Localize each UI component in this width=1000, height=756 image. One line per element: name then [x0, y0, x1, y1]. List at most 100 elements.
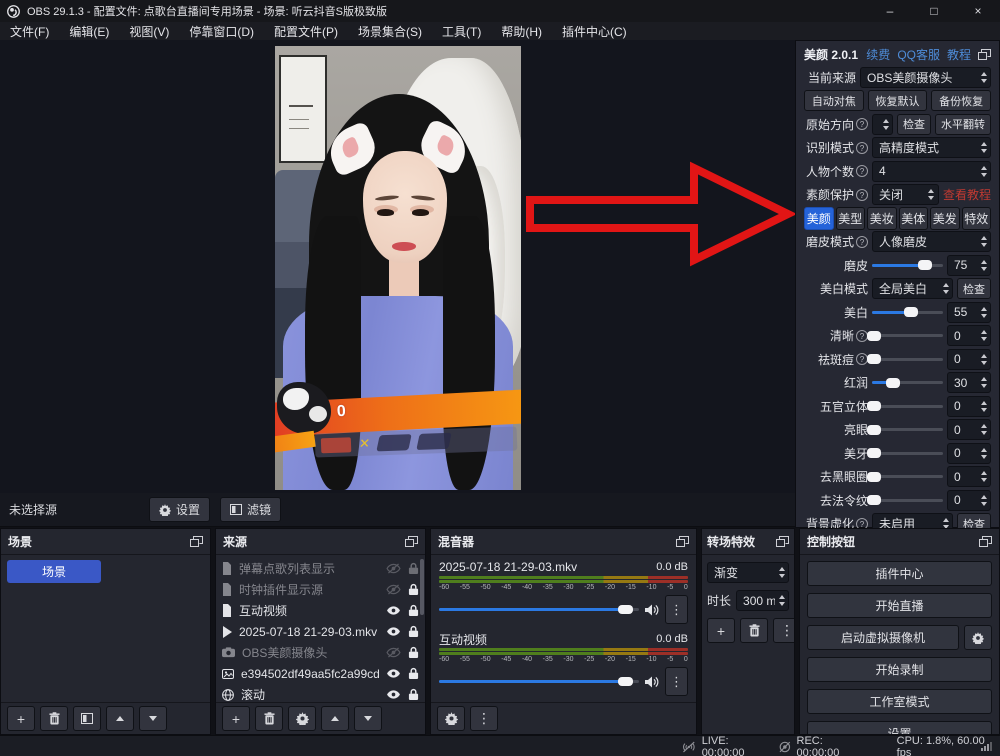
dark-circle-removal-value[interactable]: 0 [947, 466, 991, 487]
eye-icon[interactable] [386, 626, 401, 637]
tab-effects[interactable]: 特效 [962, 207, 992, 230]
transition-menu-button[interactable]: ⋮ [773, 618, 794, 643]
menu-item[interactable]: 停靠窗口(D) [179, 22, 264, 40]
autofocus-button[interactable]: 自动对焦 [804, 90, 864, 111]
popout-icon[interactable] [190, 536, 203, 547]
source-properties-gear-button[interactable] [288, 706, 316, 731]
camera-preview[interactable]: 0 ✕ [275, 46, 521, 490]
eye-icon[interactable] [386, 668, 401, 679]
add-transition-button[interactable]: + [707, 618, 735, 643]
beauty-header-link[interactable]: QQ客服 [897, 46, 940, 63]
menu-item[interactable]: 工具(T) [432, 22, 491, 40]
facial-3d-value[interactable]: 0 [947, 396, 991, 417]
spinner-icon[interactable] [977, 424, 990, 435]
menu-item[interactable]: 场景集合(S) [348, 22, 432, 40]
menu-item[interactable]: 文件(F) [0, 22, 59, 40]
recognition-mode-select[interactable]: 高精度模式 [872, 137, 991, 158]
spinner-icon[interactable] [977, 236, 990, 247]
move-source-down-button[interactable] [354, 706, 382, 731]
beauty-header-link[interactable]: 续费 [866, 46, 890, 63]
spinner-icon[interactable] [775, 595, 788, 606]
info-icon[interactable]: ? [856, 142, 868, 154]
source-filters-button[interactable]: 滤镜 [220, 497, 281, 522]
info-icon[interactable]: ? [856, 189, 868, 201]
move-scene-up-button[interactable] [106, 706, 134, 731]
volume-slider[interactable] [439, 680, 639, 683]
tab-hair[interactable]: 美发 [930, 207, 960, 230]
source-properties-button[interactable]: 设置 [149, 497, 210, 522]
remove-transition-button[interactable] [740, 618, 768, 643]
spinner-icon[interactable] [977, 471, 990, 482]
mixer-menu-button[interactable]: ⋮ [470, 706, 498, 731]
menu-item[interactable]: 编辑(E) [59, 22, 119, 40]
spinner-icon[interactable] [925, 189, 938, 200]
lock-icon[interactable] [408, 583, 419, 596]
spinner-icon[interactable] [977, 448, 990, 459]
source-row[interactable]: OBS美颜摄像头 [220, 642, 421, 663]
tab-beauty[interactable]: 美颜 [804, 207, 834, 230]
advanced-audio-button[interactable] [437, 706, 465, 731]
eye-icon[interactable] [386, 689, 401, 700]
nasolabial-removal-value[interactable]: 0 [947, 490, 991, 511]
popout-icon[interactable] [978, 49, 991, 60]
lock-icon[interactable] [408, 604, 419, 617]
menu-item[interactable]: 配置文件(P) [264, 22, 348, 40]
current-source-select[interactable]: OBS美颜摄像头 [860, 67, 991, 88]
plugin-center-button[interactable]: 插件中心 [807, 561, 992, 586]
spinner-icon[interactable] [977, 401, 990, 412]
remove-source-button[interactable] [255, 706, 283, 731]
scene-filters-button[interactable] [73, 706, 101, 731]
whitening-mode-select[interactable]: 全局美白 [872, 278, 953, 299]
lock-icon[interactable] [408, 667, 419, 680]
source-row[interactable]: e394502df49aa5fc2a99cd2e7c [220, 663, 421, 684]
lock-icon[interactable] [408, 646, 419, 659]
source-row[interactable]: 2025-07-18 21-29-03.mkv [220, 621, 421, 642]
source-row[interactable]: 滚动 [220, 684, 421, 702]
spinner-icon[interactable] [977, 307, 990, 318]
spinner-icon[interactable] [775, 567, 788, 578]
whitening-check-button[interactable]: 检查 [957, 278, 991, 299]
bright-eyes-slider[interactable] [872, 428, 943, 431]
anti-blemish-value[interactable]: 0 [947, 349, 991, 370]
popout-icon[interactable] [405, 536, 418, 547]
start-virtual-camera-button[interactable]: 启动虚拟摄像机 [807, 625, 959, 650]
info-icon[interactable]: ? [856, 118, 868, 130]
smooth-mode-select[interactable]: 人像磨皮 [872, 231, 991, 252]
tab-reshape[interactable]: 美型 [836, 207, 866, 230]
view-tutorial-link[interactable]: 查看教程 [943, 186, 991, 203]
dark-circle-removal-slider[interactable] [872, 475, 943, 478]
rosy-value[interactable]: 30 [947, 372, 991, 393]
studio-mode-button[interactable]: 工作室模式 [807, 689, 992, 714]
teeth-whitening-slider[interactable] [872, 452, 943, 455]
clarity-value[interactable]: 0 [947, 325, 991, 346]
spinner-icon[interactable] [977, 495, 990, 506]
spinner-icon[interactable] [977, 72, 990, 83]
volume-slider[interactable] [439, 608, 639, 611]
tab-makeup[interactable]: 美妆 [867, 207, 897, 230]
spinner-icon[interactable] [977, 260, 990, 271]
whitening-slider[interactable] [872, 311, 943, 314]
add-scene-button[interactable]: + [7, 706, 35, 731]
smooth-skin-value[interactable]: 75 [947, 255, 991, 276]
spinner-icon[interactable] [977, 166, 990, 177]
virtual-camera-settings-button[interactable] [964, 625, 992, 650]
restore-default-button[interactable]: 恢复默认 [868, 90, 928, 111]
source-row[interactable]: 互动视频 [220, 600, 421, 621]
eye-icon[interactable] [386, 605, 401, 616]
spinner-icon[interactable] [977, 354, 990, 365]
bright-eyes-value[interactable]: 0 [947, 419, 991, 440]
transition-type-select[interactable]: 渐变 [707, 562, 789, 583]
mixer-options-button[interactable]: ⋮ [665, 667, 688, 696]
popout-icon[interactable] [676, 536, 689, 547]
close-button[interactable]: × [956, 0, 1000, 22]
eye-slash-icon[interactable] [386, 647, 401, 658]
popout-icon[interactable] [979, 536, 992, 547]
maximize-button[interactable]: □ [912, 0, 956, 22]
clarity-slider[interactable] [872, 334, 943, 337]
settings-button[interactable]: 设置 [807, 721, 992, 734]
mixer-options-button[interactable]: ⋮ [665, 595, 688, 624]
menu-item[interactable]: 插件中心(C) [552, 22, 637, 40]
smooth-skin-slider[interactable] [872, 264, 943, 267]
add-source-button[interactable]: + [222, 706, 250, 731]
eye-slash-icon[interactable] [386, 584, 401, 595]
